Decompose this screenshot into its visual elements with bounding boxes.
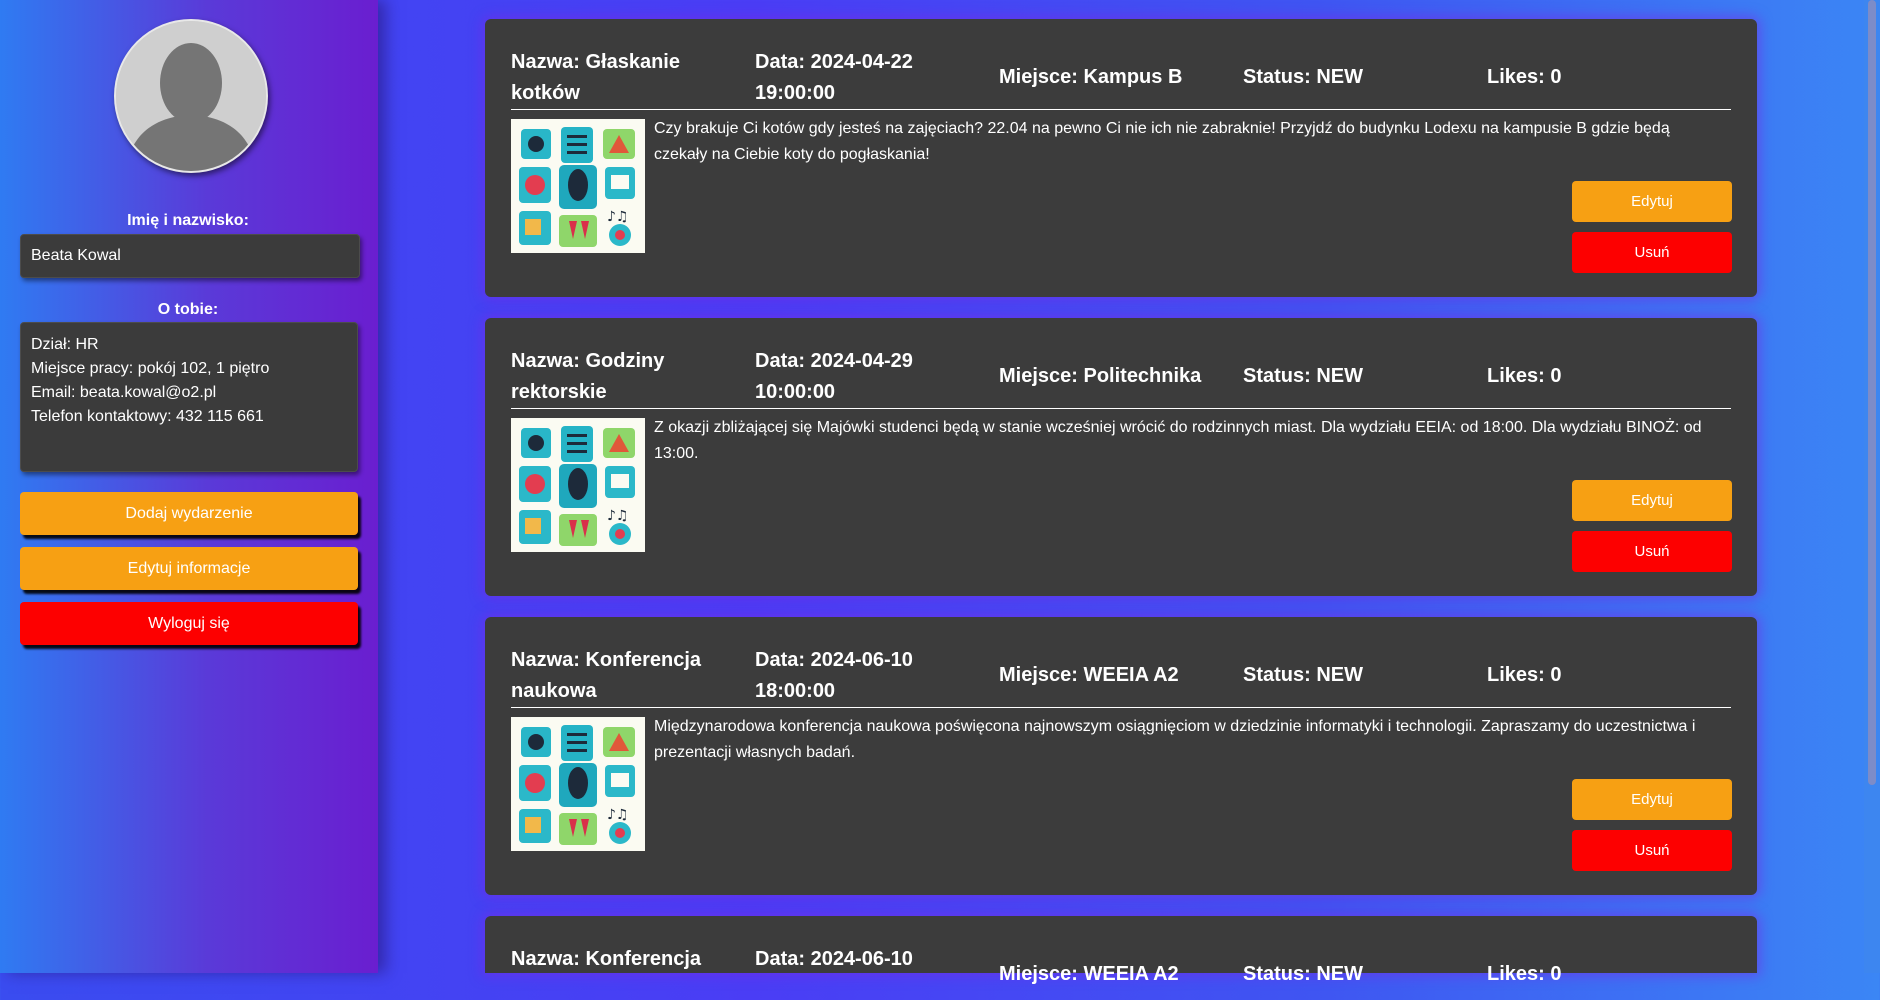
event-date: Data: 2024-06-10 18:00:00 <box>755 649 913 702</box>
name-label: Imię i nazwisko: <box>127 212 249 229</box>
event-name: Nazwa: Konferencja <box>511 948 702 970</box>
event-likes: Likes: 0 <box>1487 963 1562 985</box>
event-header: Nazwa: Konferencja naukowa Data: 2024-06… <box>511 645 1731 702</box>
event-icons-image: ♪♫ <box>511 717 645 851</box>
event-date: Data: 2024-04-29 10:00:00 <box>755 350 913 403</box>
add-event-button[interactable]: Dodaj wydarzenie <box>20 492 358 535</box>
scrollbar[interactable] <box>1864 0 1880 973</box>
event-thumbnail: ♪♫ <box>511 119 645 253</box>
event-place: Miejsce: WEEIA A2 <box>999 963 1179 985</box>
event-header: Nazwa: Konferencja Data: 2024-06-10 Miej… <box>511 944 1731 1000</box>
event-name: Nazwa: Głaskanie kotków <box>511 51 680 104</box>
event-date: Data: 2024-04-22 19:00:00 <box>755 51 913 104</box>
event-likes: Likes: 0 <box>1487 664 1562 686</box>
event-card: Nazwa: Konferencja naukowa Data: 2024-06… <box>485 617 1757 895</box>
scrollbar-thumb[interactable] <box>1868 0 1876 785</box>
event-description: Czy brakuje Ci kotów gdy jesteś na zajęc… <box>654 120 1670 163</box>
event-icons-image: ♪♫ <box>511 119 645 253</box>
event-card: Nazwa: Godziny rektorskie Data: 2024-04-… <box>485 318 1757 596</box>
event-card: Nazwa: Konferencja Data: 2024-06-10 Miej… <box>485 916 1757 985</box>
event-description: Międzynarodowa konferencja naukowa poświ… <box>654 718 1696 761</box>
event-likes: Likes: 0 <box>1487 365 1562 387</box>
avatar <box>114 19 268 173</box>
event-place: Miejsce: Politechnika <box>999 365 1202 387</box>
event-status: Status: NEW <box>1243 66 1363 88</box>
event-likes: Likes: 0 <box>1487 66 1562 88</box>
event-thumbnail: ♪♫ <box>511 418 645 552</box>
svg-text:♪♫: ♪♫ <box>607 807 629 823</box>
event-description: Z okazji zbliżającej się Majówki studenc… <box>654 419 1702 462</box>
event-name: Nazwa: Konferencja naukowa <box>511 649 702 702</box>
delete-event-button[interactable]: Usuń <box>1572 830 1732 871</box>
name-field[interactable]: Beata Kowal <box>20 234 360 278</box>
event-status: Status: NEW <box>1243 963 1363 985</box>
edit-event-button[interactable]: Edytuj <box>1572 181 1732 222</box>
divider <box>511 408 1731 409</box>
event-name: Nazwa: Godziny rektorskie <box>511 350 665 403</box>
event-place: Miejsce: WEEIA A2 <box>999 664 1179 686</box>
event-header: Nazwa: Głaskanie kotków Data: 2024-04-22… <box>511 47 1731 104</box>
event-header: Nazwa: Godziny rektorskie Data: 2024-04-… <box>511 346 1731 403</box>
event-date: Data: 2024-06-10 <box>755 948 913 970</box>
svg-text:♪♫: ♪♫ <box>607 508 629 524</box>
divider <box>511 109 1731 110</box>
edit-event-button[interactable]: Edytuj <box>1572 480 1732 521</box>
event-icons-image: ♪♫ <box>511 418 645 552</box>
event-card: Nazwa: Głaskanie kotków Data: 2024-04-22… <box>485 19 1757 297</box>
event-status: Status: NEW <box>1243 365 1363 387</box>
delete-event-button[interactable]: Usuń <box>1572 232 1732 273</box>
svg-text:♪♫: ♪♫ <box>607 209 629 225</box>
event-status: Status: NEW <box>1243 664 1363 686</box>
event-place: Miejsce: Kampus B <box>999 66 1183 88</box>
divider <box>511 707 1731 708</box>
edit-info-button[interactable]: Edytuj informacje <box>20 547 358 590</box>
about-label: O tobie: <box>157 301 219 318</box>
sidebar: Imię i nazwisko: Beata Kowal O tobie: Dz… <box>0 0 378 973</box>
edit-event-button[interactable]: Edytuj <box>1572 779 1732 820</box>
delete-event-button[interactable]: Usuń <box>1572 531 1732 572</box>
about-textarea[interactable]: Dział: HR Miejsce pracy: pokój 102, 1 pi… <box>20 322 358 472</box>
event-thumbnail: ♪♫ <box>511 717 645 851</box>
user-silhouette-icon <box>116 21 266 171</box>
logout-button[interactable]: Wyloguj się <box>20 602 358 645</box>
